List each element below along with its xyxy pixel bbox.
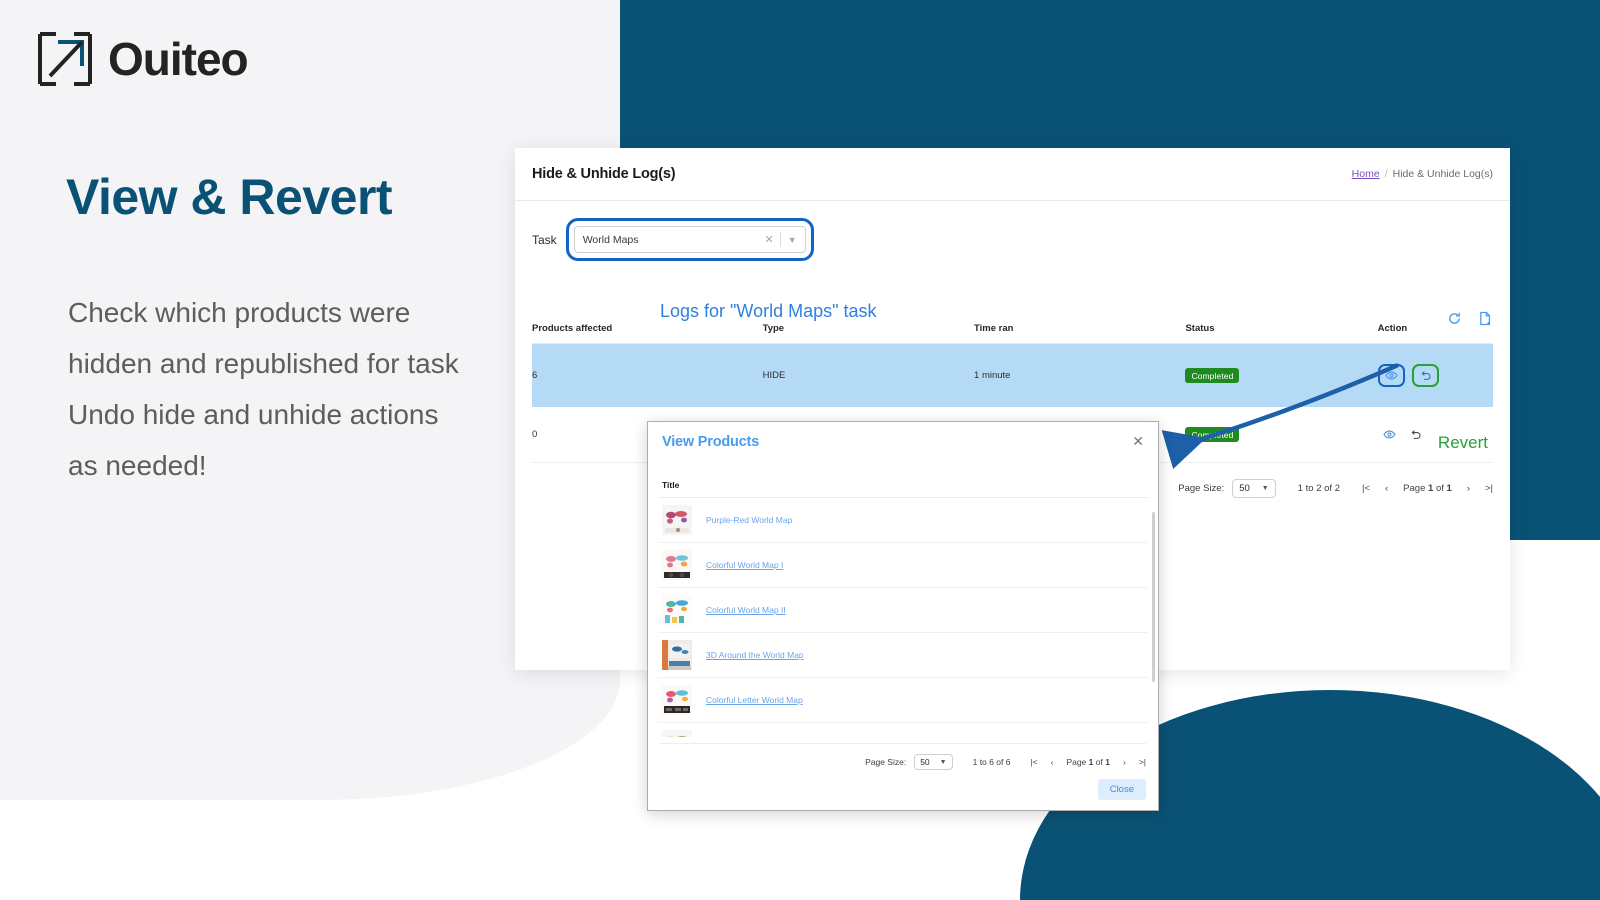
modal-header: View Products ✕: [648, 422, 1158, 454]
refresh-icon[interactable]: [1447, 311, 1462, 326]
revert-button[interactable]: [1409, 428, 1422, 441]
pagination-range: 1 to 2 of 2: [1297, 483, 1340, 494]
last-page-button[interactable]: >|: [1139, 757, 1146, 767]
page-headline: View & Revert: [66, 169, 393, 225]
product-title-link[interactable]: Colorful Letter World Map: [706, 695, 803, 705]
revert-annotation-label: Revert: [1437, 433, 1488, 452]
logs-heading: Logs for "World Maps" task: [660, 301, 877, 321]
task-filter-highlight: World Maps ✕ ▼: [565, 218, 814, 261]
purple-red-world-map-thumbnail: [662, 505, 692, 535]
view-products-modal: View Products ✕ Title Purple-Red World M…: [647, 421, 1159, 811]
first-page-button[interactable]: |<: [1362, 483, 1370, 494]
page-subcopy: Check which products were hidden and rep…: [68, 297, 459, 481]
revert-button[interactable]: [1411, 364, 1439, 387]
products-header-row: Title: [658, 476, 1148, 498]
view-products-button[interactable]: [1382, 428, 1396, 444]
modal-title: View Products: [662, 434, 760, 450]
view-products-button[interactable]: [1377, 364, 1405, 387]
prev-page-button[interactable]: ‹: [1385, 483, 1388, 494]
cell-type: HIDE: [762, 343, 975, 407]
chevron-down-icon[interactable]: ▼: [781, 235, 797, 245]
page-indicator: Page 1 of 1: [1066, 757, 1110, 767]
brand-name: Ouiteo: [108, 33, 249, 85]
colorful-letter-world-map-thumbnail: [662, 685, 692, 715]
last-page-button[interactable]: >|: [1485, 483, 1493, 494]
task-filter-label: Task: [532, 232, 557, 247]
chevron-down-icon: ▼: [1261, 485, 1269, 492]
page-size-value: 50: [920, 757, 930, 767]
page-size-label: Page Size:: [1178, 483, 1225, 494]
modal-content: Title Purple-Red World Map Colorful Worl…: [648, 454, 1158, 737]
column-header-title: Title: [658, 476, 1148, 498]
modal-footer: Page Size: 50 ▼ 1 to 6 of 6 |< ‹ Page 1 …: [648, 737, 1158, 810]
eye-icon: [1382, 430, 1396, 444]
breadcrumb-current: Hide & Unhide Log(s): [1392, 168, 1493, 180]
breadcrumb-home-link[interactable]: Home: [1352, 168, 1380, 180]
status-badge: Completed: [1185, 368, 1240, 383]
colorful-world-map-ii-thumbnail: [662, 595, 692, 625]
products-table: Title Purple-Red World Map Colorful Worl…: [658, 476, 1148, 737]
task-filter-row: Task World Maps ✕ ▼: [532, 201, 1493, 261]
column-header-status: Status: [1185, 314, 1378, 344]
colorful-world-map-i-thumbnail: [662, 550, 692, 580]
list-item[interactable]: World Map Animals: [658, 722, 1148, 737]
export-document-icon[interactable]: [1478, 311, 1493, 326]
marketing-column: Ouiteo View & Revert Check which product…: [0, 0, 520, 900]
product-title-link[interactable]: Colorful World Map I: [706, 560, 783, 570]
status-badge: Completed: [1185, 427, 1240, 442]
list-item[interactable]: Purple-Red World Map: [658, 497, 1148, 543]
next-page-button[interactable]: ›: [1123, 757, 1126, 767]
page-size-value: 50: [1239, 483, 1250, 494]
cell-status: Completed: [1185, 407, 1378, 463]
column-header-time-ran: Time ran: [974, 314, 1186, 344]
first-page-button[interactable]: |<: [1030, 757, 1037, 767]
product-title-link[interactable]: 3D Around the World Map: [706, 650, 804, 660]
page-title: Hide & Unhide Log(s): [532, 166, 676, 182]
brand-logo: Ouiteo: [36, 30, 249, 88]
page-indicator: Page 1 of 1: [1403, 483, 1452, 494]
ouiteo-bracket-arrow-logo-icon: [36, 30, 94, 88]
table-toolbar: [1447, 311, 1493, 326]
close-x-icon[interactable]: ✕: [1132, 434, 1144, 448]
cell-time-ran: 1 minute: [974, 343, 1186, 407]
table-row[interactable]: 6 HIDE 1 minute Completed: [532, 343, 1493, 407]
cell-products-affected: 6: [532, 343, 763, 407]
page-size-select[interactable]: 50 ▼: [1232, 479, 1276, 498]
page-size-select[interactable]: 50 ▼: [914, 754, 953, 770]
page-size-label: Page Size:: [865, 757, 907, 767]
world-map-animals-thumbnail: [662, 730, 692, 737]
modal-pagination: Page Size: 50 ▼ 1 to 6 of 6 |< ‹ Page 1 …: [660, 743, 1146, 770]
breadcrumb: Home / Hide & Unhide Log(s): [1352, 168, 1493, 180]
pagination-range: 1 to 6 of 6: [972, 757, 1011, 767]
cell-action: [1377, 343, 1493, 407]
list-item[interactable]: Colorful World Map I: [658, 542, 1148, 588]
prev-page-button[interactable]: ‹: [1051, 757, 1054, 767]
undo-arrow-icon: [1419, 371, 1432, 385]
3d-around-the-world-map-thumbnail: [662, 640, 692, 670]
list-item[interactable]: Colorful Letter World Map: [658, 677, 1148, 723]
app-topbar: Hide & Unhide Log(s) Home / Hide & Unhid…: [515, 148, 1510, 201]
scrollbar[interactable]: [1152, 512, 1155, 682]
eye-icon: [1384, 371, 1398, 385]
close-x-icon[interactable]: ✕: [759, 233, 780, 246]
list-item[interactable]: Colorful World Map II: [658, 587, 1148, 633]
product-title-link[interactable]: Colorful World Map II: [706, 605, 786, 615]
task-select-value: World Maps: [582, 233, 639, 246]
list-item[interactable]: 3D Around the World Map: [658, 632, 1148, 678]
chevron-down-icon: ▼: [939, 758, 947, 766]
undo-arrow-icon: [1409, 430, 1422, 444]
breadcrumb-separator: /: [1384, 168, 1388, 180]
product-title-link[interactable]: Purple-Red World Map: [706, 515, 792, 525]
cell-status: Completed: [1185, 343, 1378, 407]
task-select[interactable]: World Maps ✕ ▼: [573, 226, 806, 253]
close-button[interactable]: Close: [1097, 779, 1146, 800]
next-page-button[interactable]: ›: [1467, 483, 1470, 494]
